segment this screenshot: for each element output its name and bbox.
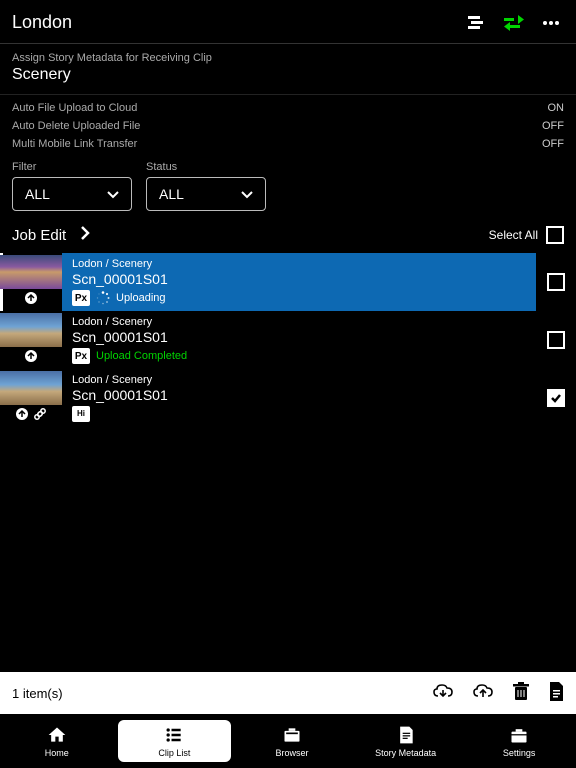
setting-label: Auto Delete Uploaded File [12,120,140,132]
cloud-upload-icon[interactable] [472,683,494,704]
trash-icon[interactable] [512,682,530,705]
clip-body: Lodon / Scenery Scn_00001S01 Px Uploadin… [62,253,536,311]
page-title: London [12,12,72,33]
clip-subtitle: Lodon / Scenery [72,258,526,270]
clip-subtitle: Lodon / Scenery [72,316,526,328]
status-group: Status ALL [146,161,266,211]
dropdown-value: ALL [159,186,184,202]
setting-label: Auto File Upload to Cloud [12,102,137,114]
select-all-checkbox[interactable] [546,226,564,244]
clip-title: Scn_00001S01 [72,329,526,345]
filter-dropdown[interactable]: ALL [12,177,132,211]
px-badge: Px [72,348,90,364]
clip-checkbox-cell [536,311,576,369]
chevron-down-icon [241,186,253,202]
chevron-down-icon [107,186,119,202]
clip-thumbnail [0,253,62,311]
select-all-label: Select All [489,228,538,242]
jobedit-label: Job Edit [12,227,66,244]
clip-title: Scn_00001S01 [72,271,526,287]
upload-icon [24,291,38,308]
setting-row[interactable]: Auto File Upload to Cloud ON [12,99,564,117]
clip-list: Lodon / Scenery Scn_00001S01 Px Uploadin… [0,253,576,672]
more-icon[interactable] [542,16,560,30]
transfer-icon[interactable] [504,15,524,31]
dropdown-value: ALL [25,186,50,202]
clip-checkbox-cell [536,253,576,311]
spinner-icon [96,291,110,305]
clip-status: Uploading [116,292,166,304]
nav-home[interactable]: Home [0,714,114,768]
status-dropdown[interactable]: ALL [146,177,266,211]
setting-value: ON [548,102,565,114]
jobedit-button[interactable]: Job Edit [12,225,90,245]
cloud-download-icon[interactable] [432,683,454,704]
upload-icon [24,349,38,366]
bottom-nav: Home Clip List Browser Story Metadata Se… [0,714,576,768]
nav-label: Story Metadata [375,748,436,758]
chevron-right-icon [80,225,90,245]
setting-label: Multi Mobile Link Transfer [12,138,137,150]
clip-title: Scn_00001S01 [72,387,526,403]
nav-label: Settings [503,748,536,758]
nav-settings[interactable]: Settings [462,714,576,768]
clip-body: Lodon / Scenery Scn_00001S01 Px Upload C… [62,311,536,369]
setting-value: OFF [542,120,564,132]
nav-cliplist[interactable]: Clip List [118,720,232,762]
upload-icon [15,407,29,424]
status-label: Status [146,161,266,173]
header-actions [468,15,560,31]
metadata-subtitle: Assign Story Metadata for Receiving Clip [12,52,564,64]
jobedit-row: Job Edit Select All [0,221,576,253]
select-all[interactable]: Select All [489,226,564,244]
filter-label: Filter [12,161,132,173]
clip-item[interactable]: Lodon / Scenery Scn_00001S01 Px Upload C… [0,311,576,369]
clip-status: Upload Completed [96,350,187,362]
nav-story[interactable]: Story Metadata [349,714,463,768]
hi-badge: Hi [72,406,90,422]
clip-checkbox[interactable] [547,273,565,291]
filter-group: Filter ALL [12,161,132,211]
filter-bar: Filter ALL Status ALL [0,157,576,221]
metadata-title: Scenery [12,66,564,84]
link-icon [33,407,47,424]
clip-thumbnail [0,311,62,369]
clip-item[interactable]: Lodon / Scenery Scn_00001S01 Hi [0,369,576,427]
clip-body: Lodon / Scenery Scn_00001S01 Hi [62,369,536,427]
document-icon[interactable] [548,682,564,705]
clip-checkbox[interactable] [547,389,565,407]
nav-label: Clip List [158,748,190,758]
nav-label: Home [45,748,69,758]
bottom-toolbar: 1 item(s) [0,672,576,714]
nav-label: Browser [275,748,308,758]
setting-row[interactable]: Multi Mobile Link Transfer OFF [12,135,564,153]
nav-browser[interactable]: Browser [235,714,349,768]
queue-icon[interactable] [468,16,486,30]
clip-item[interactable]: Lodon / Scenery Scn_00001S01 Px Uploadin… [0,253,576,311]
header: London [0,0,576,44]
px-badge: Px [72,290,90,306]
clip-subtitle: Lodon / Scenery [72,374,526,386]
setting-value: OFF [542,138,564,150]
metadata-section: Assign Story Metadata for Receiving Clip… [0,44,576,95]
clip-thumbnail [0,369,62,427]
settings-list: Auto File Upload to Cloud ON Auto Delete… [0,95,576,157]
clip-checkbox-cell [536,369,576,427]
selection-count: 1 item(s) [12,686,63,701]
clip-checkbox[interactable] [547,331,565,349]
setting-row[interactable]: Auto Delete Uploaded File OFF [12,117,564,135]
